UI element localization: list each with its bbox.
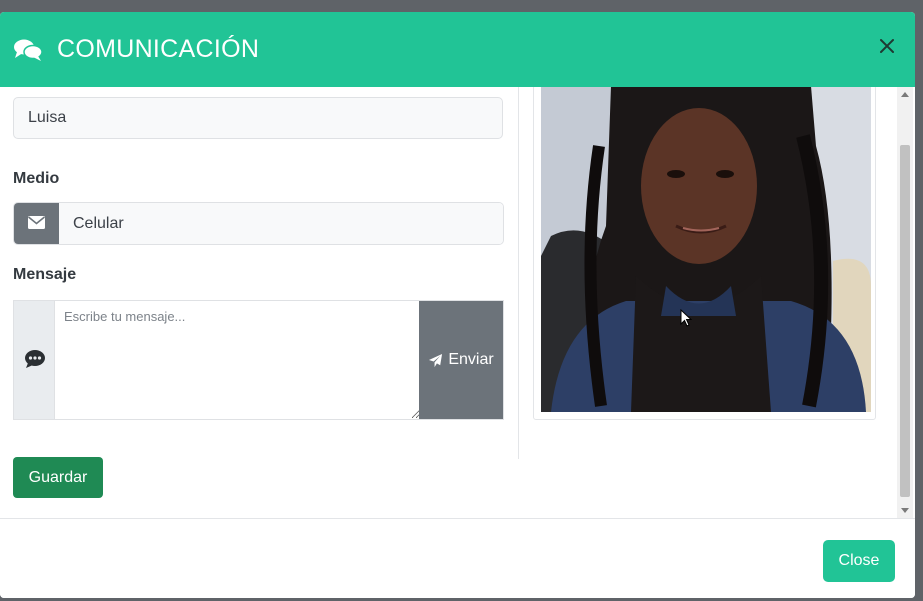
chat-bubble-icon: [25, 350, 45, 368]
modal-header: COMUNICACIÓN: [0, 12, 915, 87]
medio-addon: [14, 203, 59, 244]
medio-value: Celular: [59, 203, 503, 244]
name-field[interactable]: Luisa: [13, 97, 503, 139]
communication-modal: COMUNICACIÓN Luisa Medio Celular Mensaje: [0, 12, 915, 598]
message-addon: [14, 301, 55, 419]
close-button[interactable]: Close: [823, 540, 895, 582]
modal-footer: Close: [0, 518, 915, 598]
medio-label: Medio: [13, 170, 60, 187]
photo-frame: [533, 87, 876, 420]
close-icon[interactable]: [879, 38, 895, 54]
scrollbar[interactable]: [897, 87, 913, 518]
mouse-cursor-icon: [680, 309, 692, 327]
send-label: Enviar: [448, 351, 494, 368]
profile-photo: [541, 87, 871, 412]
medio-select[interactable]: Celular: [13, 202, 504, 245]
modal-body: Luisa Medio Celular Mensaje Escribe tu m…: [0, 87, 915, 518]
message-textarea[interactable]: [55, 301, 420, 419]
envelope-icon: [28, 216, 45, 229]
modal-title: COMUNICACIÓN: [57, 35, 260, 63]
comments-icon: [14, 39, 43, 61]
paper-plane-icon: [429, 353, 443, 367]
column-divider: [518, 87, 519, 459]
message-input-group: Enviar: [13, 300, 504, 420]
scroll-up-arrow-icon[interactable]: [901, 92, 909, 97]
mensaje-label: Mensaje: [13, 266, 77, 283]
scrollbar-thumb[interactable]: [900, 145, 910, 497]
scroll-down-arrow-icon[interactable]: [901, 508, 909, 513]
send-button[interactable]: Enviar: [419, 301, 503, 419]
save-button[interactable]: Guardar: [13, 457, 103, 498]
